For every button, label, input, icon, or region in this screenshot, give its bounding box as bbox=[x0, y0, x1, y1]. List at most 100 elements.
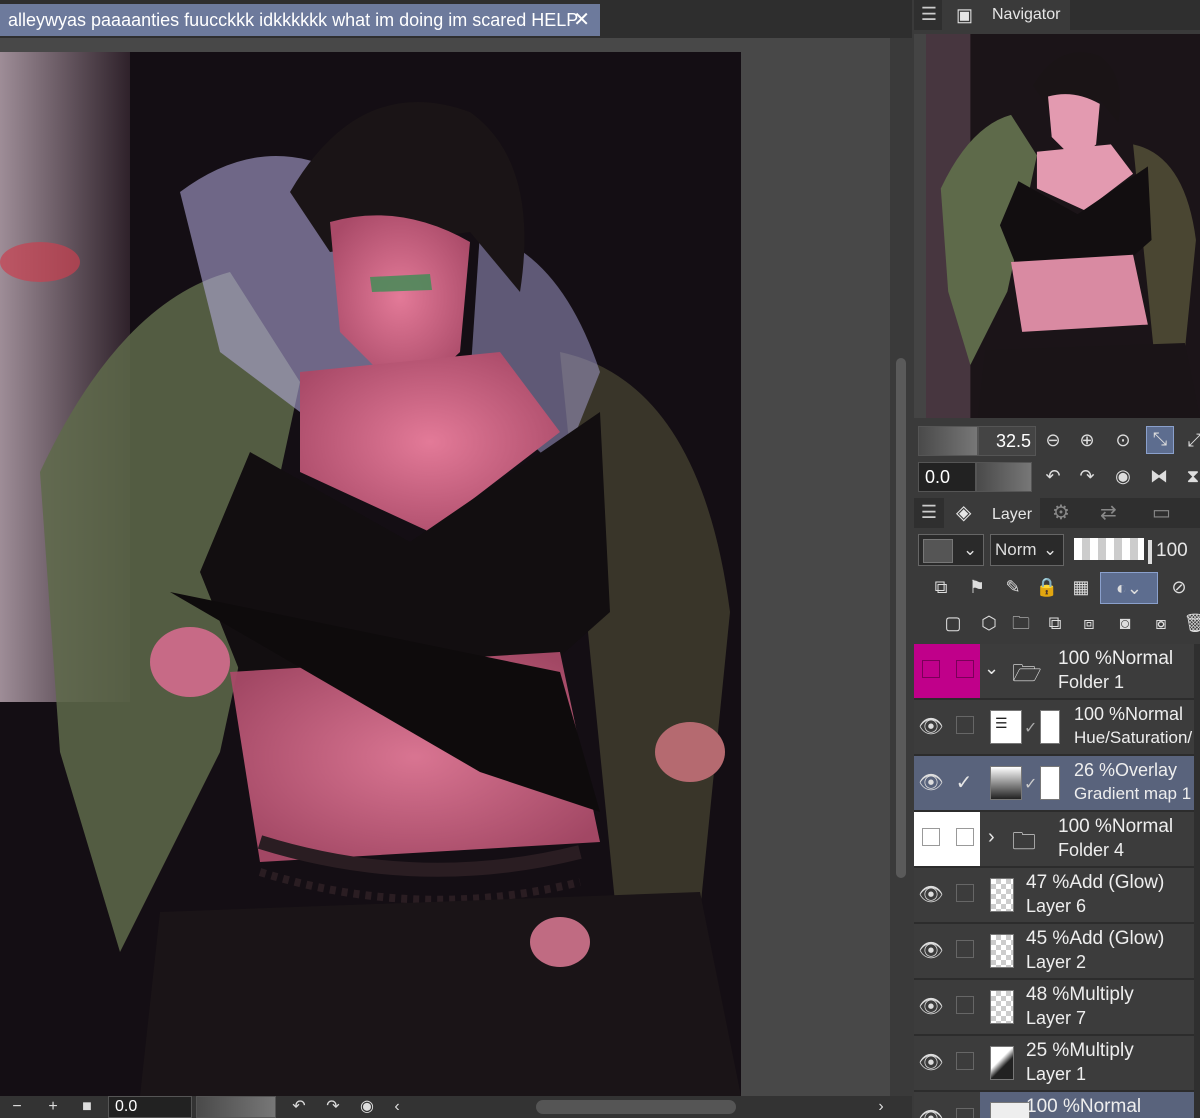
layer-row-layer-7[interactable]: 👁 48 %Multiply Layer 7 bbox=[914, 980, 1194, 1036]
layer-row-partial[interactable]: 👁 100 %Normal bbox=[914, 1092, 1194, 1118]
rotate-left-icon[interactable]: ↶ bbox=[288, 1096, 310, 1118]
navigator-preview[interactable] bbox=[926, 34, 1200, 418]
draft-layer-icon[interactable]: ✎ bbox=[998, 572, 1028, 602]
layer-opacity: 48 % bbox=[1026, 984, 1070, 1005]
opacity-slider[interactable] bbox=[1074, 538, 1144, 560]
navigator-controls: 32.5 ⊖ ⊕ ⊙ ⤡ ⤢ 0.0 ↶ ↷ ◉ ⧓ ⧗ bbox=[914, 422, 1200, 494]
rotation-field[interactable]: 0.0 bbox=[108, 1096, 192, 1118]
combine-layer-icon[interactable]: ⧈ bbox=[1074, 608, 1104, 638]
layer-opacity: 47 % bbox=[1026, 872, 1070, 893]
fit-stop-icon[interactable]: ■ bbox=[76, 1096, 98, 1118]
lock-toggle[interactable] bbox=[948, 1092, 980, 1118]
create-mask-icon[interactable]: ◙ bbox=[1110, 608, 1140, 638]
navigator-scrollbar[interactable] bbox=[914, 34, 926, 418]
layer-row-layer-1[interactable]: 👁 25 %Multiply Layer 1 bbox=[914, 1036, 1194, 1092]
document-tab[interactable]: alleywyas paaaanties fuucckkk idkkkkkk w… bbox=[0, 4, 600, 36]
layer-opacity-mode: 47 %Add (Glow) bbox=[1026, 872, 1164, 894]
eye-icon[interactable]: 👁 bbox=[914, 980, 948, 1034]
check-icon: ✓ bbox=[1024, 720, 1038, 737]
layer-row-folder-4[interactable]: › 🗀 100 %Normal Folder 4 bbox=[914, 812, 1194, 868]
enable-mask-icon[interactable]: ◐⌄ bbox=[1100, 572, 1158, 604]
layer-row-layer-6[interactable]: 👁 47 %Add (Glow) Layer 6 bbox=[914, 868, 1194, 924]
lock-icon[interactable]: 🔒 bbox=[1032, 572, 1062, 602]
reset-rotation-icon[interactable]: ◉ bbox=[356, 1096, 378, 1118]
transfer-to-lower-layer-icon[interactable]: ⧉ bbox=[1040, 608, 1070, 638]
animation-tab-icon[interactable]: ▭ bbox=[1152, 500, 1171, 525]
reset-rotation-icon[interactable]: ◉ bbox=[1110, 464, 1136, 490]
lock-toggle[interactable] bbox=[948, 980, 980, 1034]
eye-icon[interactable]: 👁 bbox=[914, 924, 948, 978]
layer-color-dropdown[interactable]: ⌄ bbox=[918, 534, 984, 566]
reference-layer-icon[interactable]: ⚑ bbox=[962, 572, 992, 602]
lock-toggle[interactable] bbox=[948, 868, 980, 922]
layer-menu-icon[interactable]: ☰ bbox=[914, 498, 944, 528]
layer-mask-thumbnail[interactable] bbox=[1040, 710, 1060, 744]
actual-size-icon[interactable]: ⊙ bbox=[1110, 428, 1136, 454]
fit-to-window-icon[interactable]: ⤡ bbox=[1146, 426, 1174, 454]
eye-icon[interactable]: 👁 bbox=[914, 700, 948, 754]
visibility-toggle[interactable] bbox=[914, 644, 948, 698]
artwork-canvas[interactable] bbox=[0, 52, 741, 1096]
opacity-value[interactable]: 100 bbox=[1156, 540, 1188, 562]
canvas-vertical-scrollbar[interactable] bbox=[890, 38, 912, 1096]
layer-mask-thumbnail[interactable] bbox=[1040, 766, 1060, 800]
layer-tab[interactable]: ◈ Layer bbox=[944, 498, 1040, 528]
rotate-right-icon[interactable]: ↷ bbox=[1074, 464, 1100, 490]
zoom-out-icon[interactable]: ⊖ bbox=[1040, 428, 1066, 454]
zoom-slider[interactable] bbox=[918, 426, 978, 456]
flip-vertical-icon[interactable]: ⧗ bbox=[1180, 464, 1200, 490]
lock-toggle[interactable] bbox=[948, 700, 980, 754]
rotation-field[interactable]: 0.0 bbox=[918, 462, 976, 492]
zoom-out-icon[interactable]: − bbox=[6, 1096, 28, 1118]
clip-to-layer-below-icon[interactable]: ⧉ bbox=[926, 572, 956, 602]
lock-toggle[interactable] bbox=[948, 924, 980, 978]
lock-toggle[interactable] bbox=[948, 812, 980, 866]
eye-icon[interactable]: 👁 bbox=[914, 1092, 948, 1118]
eye-icon[interactable]: 👁 bbox=[914, 756, 948, 810]
chevron-right-icon[interactable]: › bbox=[988, 826, 995, 849]
horizontal-scroll-thumb[interactable] bbox=[536, 1100, 736, 1114]
flip-horizontal-icon[interactable]: ⧓ bbox=[1146, 464, 1172, 490]
zoom-in-icon[interactable]: ⊕ bbox=[1074, 428, 1100, 454]
new-vector-layer-icon[interactable]: ⬡ bbox=[974, 608, 1004, 638]
lock-toggle[interactable] bbox=[948, 1036, 980, 1090]
check-icon[interactable]: ✓ bbox=[948, 756, 980, 810]
rotation-slider[interactable] bbox=[196, 1096, 276, 1118]
layer-property-tab-icon[interactable]: ⚙ bbox=[1052, 500, 1070, 525]
zoom-field[interactable]: 32.5 bbox=[978, 426, 1036, 456]
rotate-left-icon[interactable]: ↶ bbox=[1040, 464, 1066, 490]
visibility-toggle[interactable] bbox=[914, 812, 948, 866]
layer-row-layer-2[interactable]: 👁 45 %Add (Glow) Layer 2 bbox=[914, 924, 1194, 980]
show-mask-area-icon[interactable]: ⊘ bbox=[1164, 572, 1194, 602]
layer-options: ⌄ Norm ⌄ 100 ⧉ ⚑ ✎ 🔒 ▦ ◐⌄ ⊘ ▢ ⬡ 🗀 ⧉ ⧈ ◙ … bbox=[914, 530, 1200, 640]
layer-row-folder-1[interactable]: ⌄ 🗁 100 %Normal Folder 1 bbox=[914, 644, 1194, 700]
layer-row-gradient-map-1[interactable]: 👁 ✓ ✓ 26 %Overlay Gradient map 1 bbox=[914, 756, 1194, 812]
apply-mask-icon[interactable]: ⧇ bbox=[1146, 608, 1176, 638]
scroll-right-icon[interactable]: › bbox=[870, 1096, 892, 1118]
scrollbar-thumb[interactable] bbox=[896, 358, 906, 878]
canvas-area[interactable] bbox=[0, 38, 890, 1096]
blend-mode-dropdown[interactable]: Norm ⌄ bbox=[990, 534, 1064, 566]
close-icon[interactable]: ✕ bbox=[573, 4, 590, 36]
opacity-slider-handle[interactable] bbox=[1148, 540, 1152, 564]
fit-width-icon[interactable]: ⤢ bbox=[1182, 428, 1200, 454]
eye-icon[interactable]: 👁 bbox=[914, 868, 948, 922]
new-folder-icon[interactable]: 🗀 bbox=[1006, 608, 1036, 638]
lock-toggle[interactable] bbox=[948, 644, 980, 698]
adjustment-layer-thumbnail bbox=[990, 766, 1022, 800]
new-raster-layer-icon[interactable]: ▢ bbox=[938, 608, 968, 638]
layer-row-hue-saturation[interactable]: 👁 ☰ ✓ 100 %Normal Hue/Saturation/ bbox=[914, 700, 1194, 756]
layer-list-scrollbar[interactable] bbox=[1194, 644, 1200, 1118]
rotation-slider[interactable] bbox=[976, 462, 1032, 492]
rotate-right-icon[interactable]: ↷ bbox=[322, 1096, 344, 1118]
lock-transparency-icon[interactable]: ▦ bbox=[1066, 572, 1096, 602]
navigator-tab[interactable]: ▣ Navigator bbox=[942, 0, 1070, 30]
chevron-down-icon[interactable]: ⌄ bbox=[984, 658, 999, 679]
eye-icon[interactable]: 👁 bbox=[914, 1036, 948, 1090]
navigator-menu-icon[interactable]: ☰ bbox=[914, 0, 944, 30]
layer-thumbnail bbox=[990, 1102, 1030, 1118]
scroll-left-icon[interactable]: ‹ bbox=[386, 1096, 408, 1118]
trash-icon[interactable]: 🗑 bbox=[1180, 608, 1200, 638]
zoom-in-icon[interactable]: + bbox=[42, 1096, 64, 1118]
history-tab-icon[interactable]: ⇄ bbox=[1100, 500, 1117, 525]
